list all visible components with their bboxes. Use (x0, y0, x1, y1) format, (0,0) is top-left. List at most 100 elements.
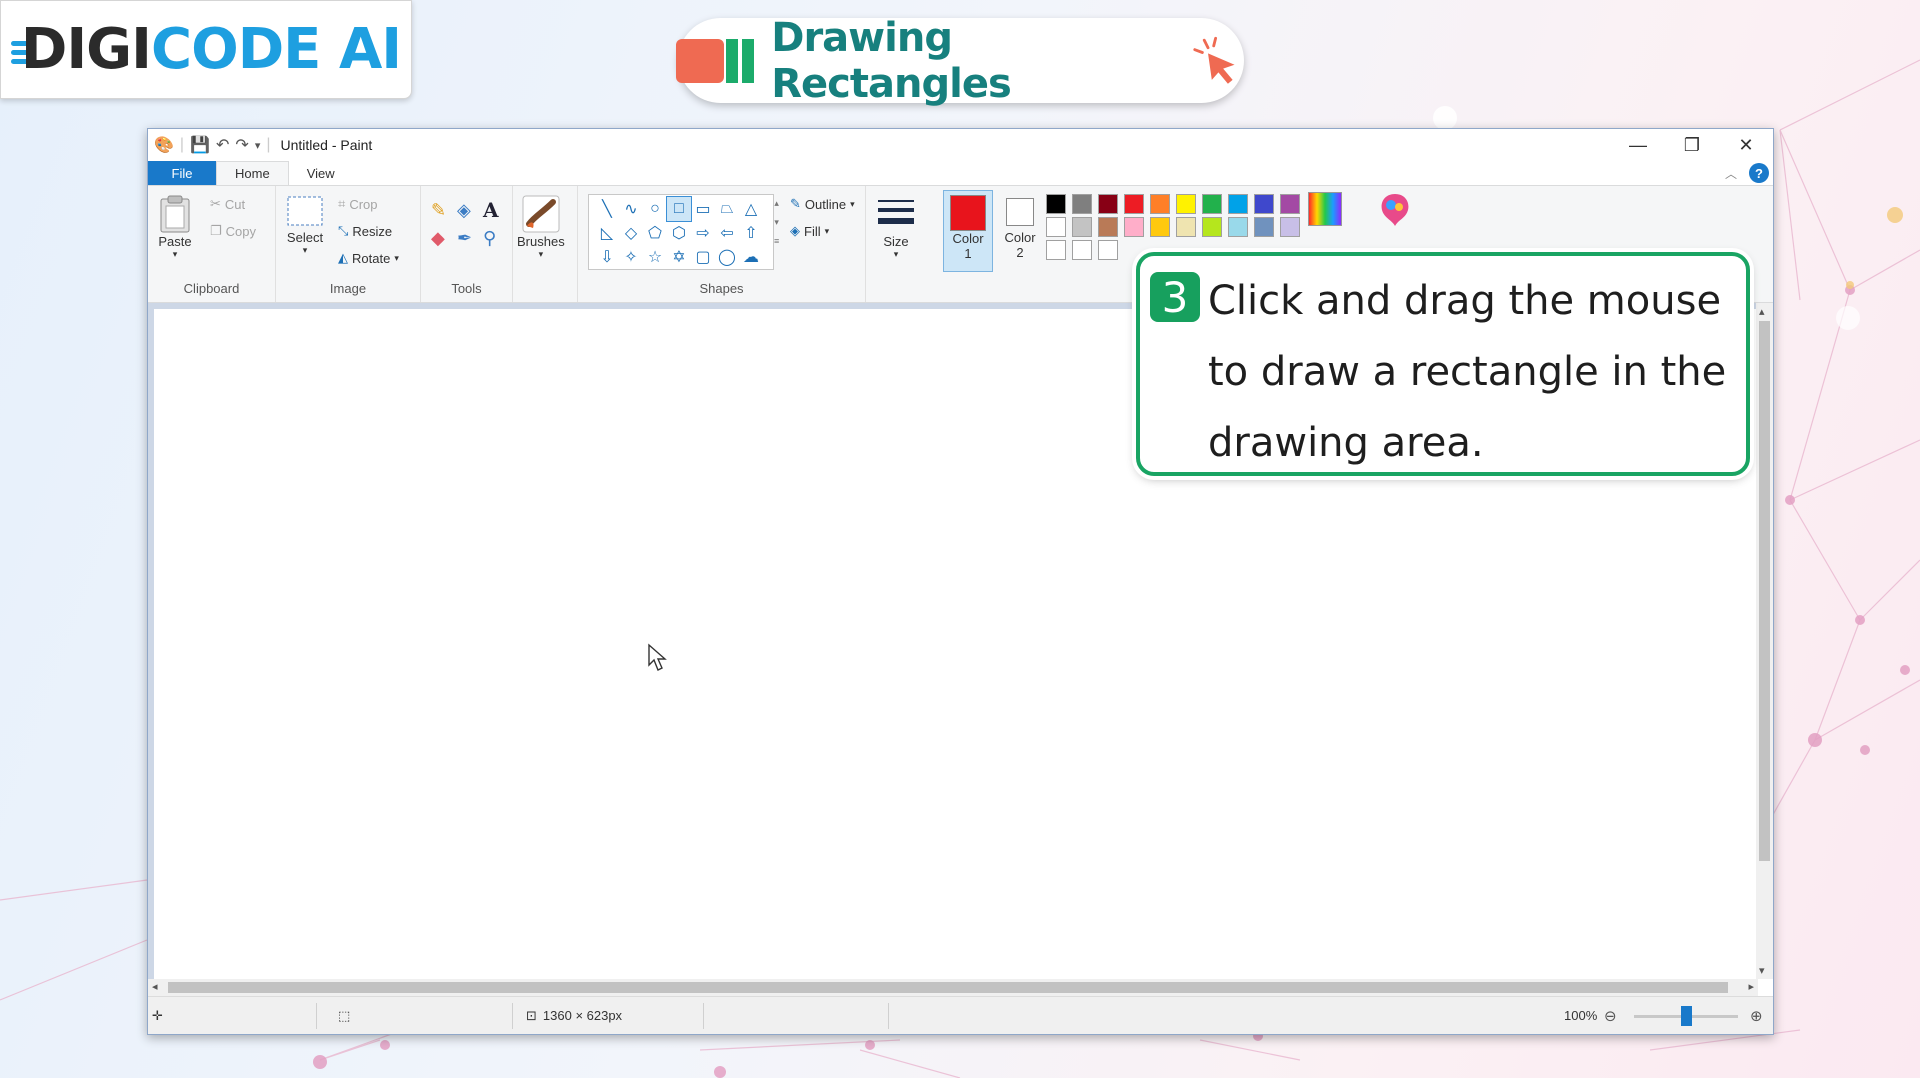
palette-color-swatch[interactable] (1280, 194, 1300, 214)
five-point-star-shape-icon[interactable]: ☆ (643, 245, 667, 269)
palette-color-swatch[interactable] (1202, 194, 1222, 214)
four-point-star-shape-icon[interactable]: ✧ (619, 245, 643, 269)
text-tool-icon[interactable]: A (483, 198, 499, 222)
down-arrow-shape-icon[interactable]: ⇩ (595, 245, 619, 269)
palette-color-swatch[interactable] (1124, 217, 1144, 237)
oval-callout-shape-icon[interactable]: ◯ (715, 245, 739, 269)
palette-color-swatch[interactable] (1072, 217, 1092, 237)
crop-button[interactable]: ⌗ Crop (338, 196, 378, 212)
fill-button[interactable]: ◈ Fill ▾ (790, 223, 829, 239)
redo-icon[interactable]: ↷ (235, 135, 248, 155)
rotate-button[interactable]: ◭ Rotate ▾ (338, 250, 399, 266)
ribbon-tabs: File Home View ︿ ? (148, 161, 1773, 185)
outline-label: Outline (804, 196, 847, 212)
right-triangle-shape-icon[interactable]: ◺ (595, 221, 619, 245)
custom-color-swatch[interactable] (1098, 240, 1118, 260)
palette-color-swatch[interactable] (1150, 217, 1170, 237)
diamond-shape-icon[interactable]: ◇ (619, 221, 643, 245)
magnifier-icon[interactable]: ⚲ (483, 228, 496, 249)
vertical-scrollbar[interactable]: ▴ ▾ (1756, 303, 1773, 979)
color-picker-icon[interactable]: ✒ (457, 228, 472, 249)
fill-bucket-icon[interactable]: ◈ (457, 200, 471, 221)
palette-color-swatch[interactable] (1150, 194, 1170, 214)
scroll-left-icon[interactable]: ◂ (152, 980, 158, 993)
palette-color-swatch[interactable] (1202, 217, 1222, 237)
oval-shape-icon[interactable]: ○ (643, 197, 667, 221)
zoom-in-icon[interactable]: ⊕ (1750, 997, 1763, 1035)
palette-color-swatch[interactable] (1176, 194, 1196, 214)
rounded-callout-shape-icon[interactable]: ▢ (691, 245, 715, 269)
up-arrow-shape-icon[interactable]: ⇧ (739, 221, 763, 245)
palette-color-swatch[interactable] (1098, 194, 1118, 214)
custom-color-swatch[interactable] (1046, 240, 1066, 260)
palette-color-swatch[interactable] (1098, 217, 1118, 237)
six-point-star-shape-icon[interactable]: ✡ (667, 245, 691, 269)
undo-icon[interactable]: ↶ (216, 135, 229, 155)
color1-button[interactable]: Color 1 (943, 190, 993, 272)
canvas-size-icon: ⊡ (526, 1007, 537, 1023)
edit-colors-button[interactable] (1308, 192, 1342, 226)
edit-with-paint3d-button[interactable] (1378, 192, 1412, 228)
paint-app-icon: 🎨 (154, 137, 174, 154)
tab-file[interactable]: File (148, 161, 216, 185)
palette-color-swatch[interactable] (1046, 194, 1066, 214)
shapes-scroll[interactable]: ▴ ▾ ≡ (774, 198, 779, 246)
eraser-icon[interactable]: ◆ (431, 228, 445, 249)
line-shape-icon[interactable]: ╲ (595, 197, 619, 221)
zoom-slider-thumb[interactable] (1681, 1006, 1692, 1026)
save-icon[interactable]: 💾 (190, 135, 210, 155)
tab-view[interactable]: View (289, 161, 353, 185)
select-button[interactable]: Select ▾ (286, 194, 324, 256)
curve-shape-icon[interactable]: ∿ (619, 197, 643, 221)
tab-home[interactable]: Home (216, 161, 289, 185)
vertical-scroll-thumb[interactable] (1759, 321, 1770, 861)
scroll-down-icon[interactable]: ▾ (1759, 964, 1765, 977)
resize-icon: ⤡ (338, 223, 349, 238)
close-button[interactable]: ✕ (1719, 129, 1773, 161)
brushes-button[interactable]: Brushes ▾ (517, 194, 565, 260)
hexagon-shape-icon[interactable]: ⬡ (667, 221, 691, 245)
polygon-shape-icon[interactable]: ⏢ (715, 197, 739, 221)
resize-button[interactable]: ⤡ Resize (338, 223, 392, 239)
help-icon[interactable]: ? (1749, 163, 1769, 183)
color2-button[interactable]: Color 2 (995, 190, 1045, 272)
horizontal-scroll-thumb[interactable] (168, 982, 1728, 993)
copy-button[interactable]: ❐ Copy (210, 223, 256, 239)
rectangle-shape-icon[interactable]: □ (666, 196, 692, 222)
collapse-ribbon-icon[interactable]: ︿ (1725, 165, 1737, 182)
palette-color-swatch[interactable] (1046, 217, 1066, 237)
rounded-rectangle-shape-icon[interactable]: ▭ (691, 197, 715, 221)
horizontal-scrollbar[interactable]: ◂ ▸ (148, 979, 1758, 996)
palette-color-swatch[interactable] (1254, 217, 1274, 237)
cloud-callout-shape-icon[interactable]: ☁ (739, 245, 763, 269)
triangle-shape-icon[interactable]: △ (739, 197, 763, 221)
palette-color-swatch[interactable] (1228, 217, 1248, 237)
pencil-icon[interactable]: ✎ (431, 200, 446, 221)
scroll-up-icon[interactable]: ▴ (1759, 305, 1765, 318)
outline-button[interactable]: ✎ Outline ▾ (790, 196, 855, 212)
custom-color-swatch[interactable] (1072, 240, 1092, 260)
window-title: Untitled - Paint (280, 137, 373, 153)
scroll-right-icon[interactable]: ▸ (1748, 980, 1754, 993)
palette-color-swatch[interactable] (1254, 194, 1274, 214)
select-icon (287, 196, 323, 226)
palette-color-swatch[interactable] (1228, 194, 1248, 214)
palette-color-swatch[interactable] (1072, 194, 1092, 214)
tools-group-label: Tools (451, 281, 482, 296)
size-button[interactable]: Size ▾ (876, 194, 916, 260)
left-arrow-shape-icon[interactable]: ⇦ (715, 221, 739, 245)
palette-color-swatch[interactable] (1176, 217, 1196, 237)
pentagon-shape-icon[interactable]: ⬠ (643, 221, 667, 245)
right-arrow-shape-icon[interactable]: ⇨ (691, 221, 715, 245)
restore-button[interactable]: ❐ (1665, 129, 1719, 161)
paste-button[interactable]: Paste ▾ (158, 194, 192, 260)
palette-color-swatch[interactable] (1124, 194, 1144, 214)
minimize-button[interactable]: — (1611, 129, 1665, 161)
customize-qa-icon[interactable]: ▾ (255, 139, 261, 152)
cut-button[interactable]: ✂ Cut (210, 196, 245, 212)
zoom-out-icon[interactable]: ⊖ (1604, 997, 1617, 1035)
palette-color-swatch[interactable] (1280, 217, 1300, 237)
quick-access-toolbar: 🎨 | 💾 ↶ ↷ ▾ | (148, 135, 271, 155)
resize-label: Resize (352, 223, 393, 239)
clipboard-group: Paste ▾ ✂ Cut ❐ Copy Clipboard (148, 186, 276, 302)
